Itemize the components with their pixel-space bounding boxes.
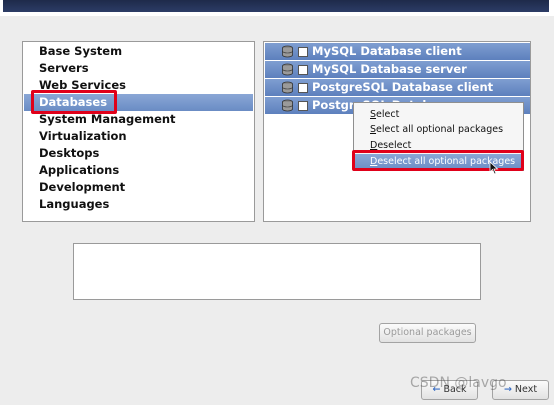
menu-item-select-all-optional[interactable]: Select all optional packages: [355, 122, 522, 137]
database-icon: [282, 45, 293, 58]
menu-item-deselect[interactable]: Deselect: [355, 138, 522, 153]
title-bar: [0, 0, 554, 16]
package-label: PostgreSQL Database client: [312, 80, 494, 94]
database-icon: [282, 63, 293, 76]
package-checkbox[interactable]: [298, 47, 308, 57]
category-item-system-management[interactable]: System Management: [24, 111, 253, 128]
database-icon: [282, 99, 293, 112]
menu-label: elect: [376, 109, 400, 120]
menu-label: elect all optional packages: [376, 124, 504, 135]
category-item-development[interactable]: Development: [24, 179, 253, 196]
package-checkbox[interactable]: [298, 83, 308, 93]
menu-item-select[interactable]: Select: [355, 107, 522, 122]
watermark: CSDN @lavgo: [410, 375, 507, 391]
category-list[interactable]: Base System Servers Web Services Databas…: [22, 41, 255, 222]
package-label: MySQL Database client: [312, 44, 462, 58]
optional-packages-button[interactable]: Optional packages: [379, 323, 476, 343]
next-label: Next: [514, 384, 538, 395]
category-item-virtualization[interactable]: Virtualization: [24, 128, 253, 145]
mouse-cursor-icon: [489, 161, 499, 175]
menu-label: eselect: [377, 140, 412, 151]
category-item-applications[interactable]: Applications: [24, 162, 253, 179]
category-item-desktops[interactable]: Desktops: [24, 145, 253, 162]
package-label: MySQL Database server: [312, 62, 467, 76]
package-row-mysql-server[interactable]: MySQL Database server: [265, 61, 530, 78]
category-item-base-system[interactable]: Base System: [24, 43, 253, 60]
package-checkbox[interactable]: [298, 65, 308, 75]
package-checkbox[interactable]: [298, 101, 308, 111]
package-description-box: [73, 243, 481, 300]
package-row-mysql-client[interactable]: MySQL Database client: [265, 43, 530, 60]
package-row-postgresql-client[interactable]: PostgreSQL Database client: [265, 79, 530, 96]
database-icon: [282, 81, 293, 94]
category-item-databases[interactable]: Databases: [24, 94, 253, 111]
title-bar-strip: [3, 0, 549, 12]
category-item-servers[interactable]: Servers: [24, 60, 253, 77]
category-item-languages[interactable]: Languages: [24, 196, 253, 213]
category-item-web-services[interactable]: Web Services: [24, 77, 253, 94]
